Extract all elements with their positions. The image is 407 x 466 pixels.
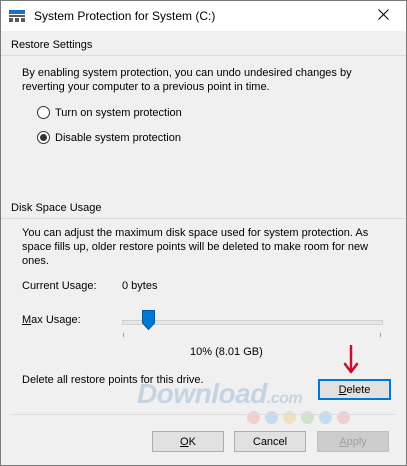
title-bar: System Protection for System (C:) bbox=[1, 1, 406, 31]
disable-protection-radio[interactable]: Disable system protection bbox=[37, 131, 181, 144]
disable-protection-label: Disable system protection bbox=[55, 131, 181, 144]
system-properties-icon bbox=[9, 10, 25, 22]
max-usage-value: 10% (8.01 GB) bbox=[190, 346, 263, 358]
system-protection-dialog: System Protection for System (C:) Restor… bbox=[0, 0, 407, 466]
slider-tick bbox=[380, 333, 381, 337]
watermark-dot bbox=[247, 411, 260, 424]
turn-on-protection-radio[interactable]: Turn on system protection bbox=[37, 106, 182, 119]
restore-settings-description: By enabling system protection, you can u… bbox=[22, 67, 352, 93]
watermark-text: Download bbox=[137, 378, 267, 409]
apply-button-label: Apply bbox=[339, 435, 367, 448]
watermark-dot bbox=[301, 411, 314, 424]
current-usage-label: Current Usage: bbox=[22, 280, 97, 292]
max-usage-slider-track[interactable] bbox=[122, 320, 383, 325]
delete-button[interactable]: Delete bbox=[318, 379, 391, 400]
cancel-button[interactable]: Cancel bbox=[234, 431, 306, 452]
arrow-down-icon bbox=[343, 344, 359, 375]
footer-divider bbox=[11, 414, 396, 415]
disk-space-heading: Disk Space Usage bbox=[11, 202, 102, 214]
max-usage-label: Max Usage: bbox=[22, 314, 81, 326]
close-icon bbox=[377, 9, 389, 23]
current-usage-value: 0 bytes bbox=[122, 280, 158, 292]
watermark-dot bbox=[283, 411, 296, 424]
restore-settings-divider bbox=[1, 55, 406, 56]
watermark-suffix: .com bbox=[266, 390, 303, 407]
turn-on-protection-label: Turn on system protection bbox=[55, 106, 182, 119]
watermark: Download.com bbox=[137, 378, 303, 410]
slider-tick bbox=[123, 333, 124, 337]
cancel-button-label: Cancel bbox=[252, 435, 288, 448]
max-usage-slider-thumb[interactable] bbox=[142, 310, 155, 331]
close-button[interactable] bbox=[360, 1, 406, 31]
watermark-dot bbox=[265, 411, 278, 424]
disk-space-divider bbox=[1, 218, 406, 219]
watermark-dot bbox=[319, 411, 332, 424]
ok-button-label: OK bbox=[180, 435, 196, 448]
apply-button[interactable]: Apply bbox=[317, 431, 389, 452]
radio-unchecked-icon bbox=[37, 106, 50, 119]
restore-settings-heading: Restore Settings bbox=[11, 39, 93, 51]
window-title: System Protection for System (C:) bbox=[34, 9, 216, 23]
radio-checked-icon bbox=[37, 131, 50, 144]
watermark-dot bbox=[337, 411, 350, 424]
watermark-dots bbox=[247, 411, 355, 424]
disk-space-description: You can adjust the maximum disk space us… bbox=[22, 227, 369, 267]
delete-button-label: Delete bbox=[338, 383, 371, 396]
ok-button[interactable]: OK bbox=[152, 431, 224, 452]
